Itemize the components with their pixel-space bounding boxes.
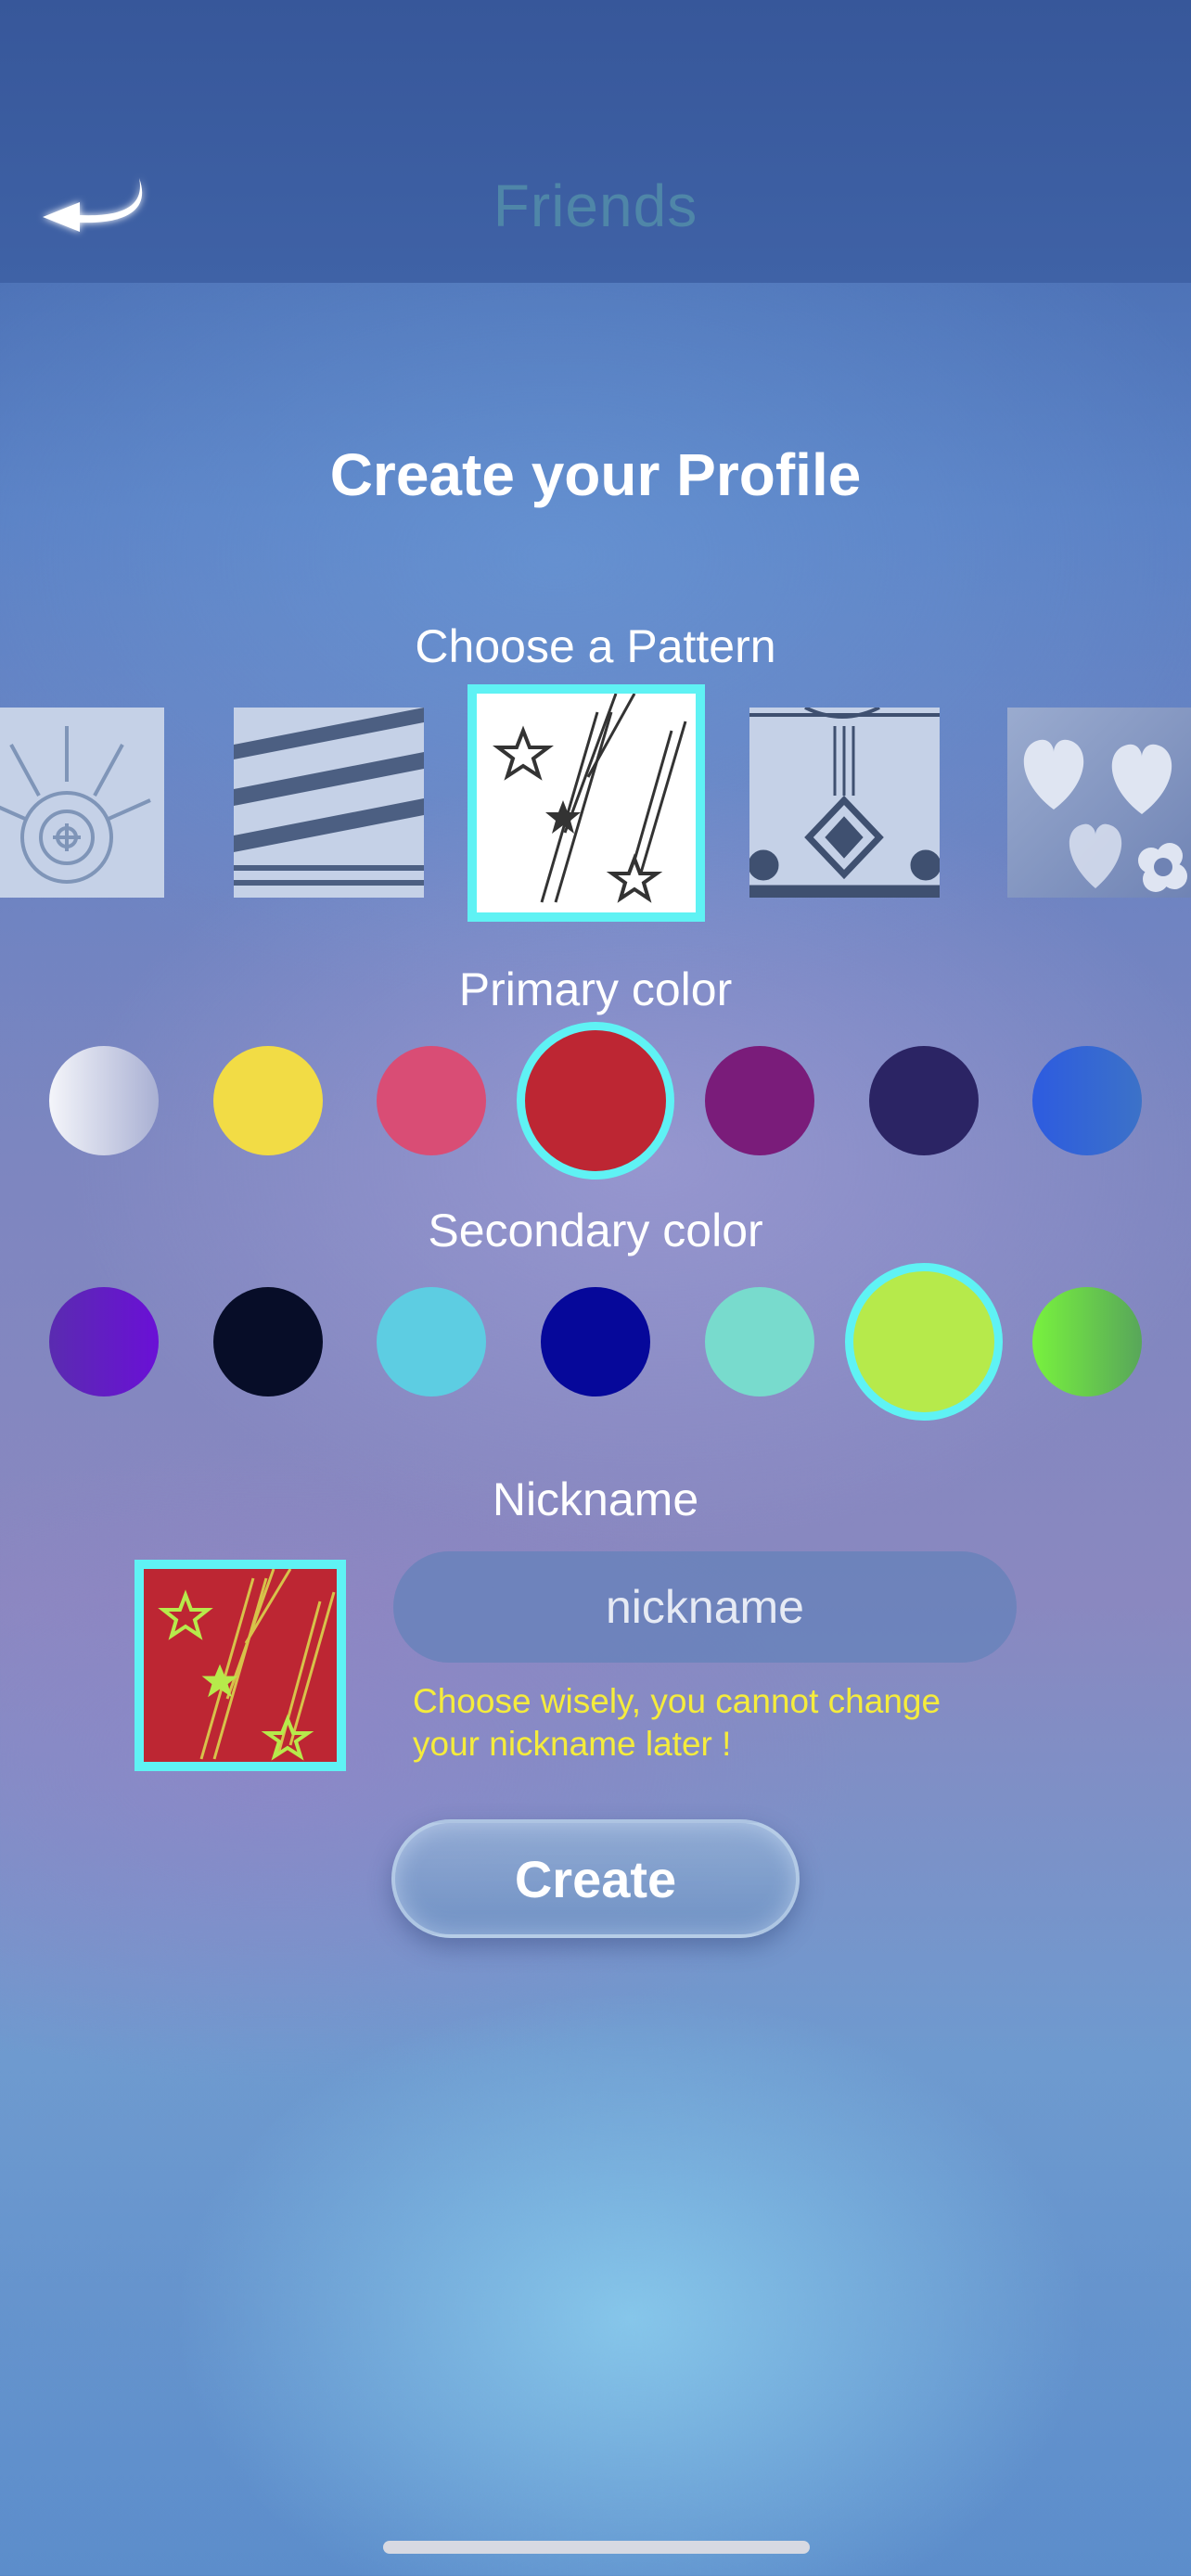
secondary-color-swatch-3[interactable] — [377, 1287, 486, 1396]
secondary-color-label: Secondary color — [428, 1205, 763, 1256]
page-title: Create your Profile — [329, 441, 862, 508]
secondary-color-swatch-1[interactable] — [49, 1287, 159, 1396]
secondary-color-swatch-5[interactable] — [705, 1287, 814, 1396]
pattern-label: Choose a Pattern — [415, 620, 776, 672]
pattern-option-ornament[interactable] — [749, 708, 940, 898]
primary-color-swatch-4[interactable] — [517, 1022, 674, 1180]
shooting-stars-pattern-icon — [477, 694, 696, 912]
avatar-pattern-icon — [144, 1569, 337, 1762]
primary-color-swatch-2[interactable] — [213, 1046, 323, 1155]
hearts-pattern-icon — [1007, 708, 1191, 898]
header-title: Friends — [493, 172, 698, 239]
primary-color-swatch-7[interactable] — [1032, 1046, 1142, 1155]
primary-color-label: Primary color — [458, 963, 733, 1015]
pattern-option-sunburst[interactable] — [0, 708, 164, 898]
create-button[interactable]: Create — [391, 1819, 800, 1938]
primary-color-swatch-6[interactable] — [869, 1046, 979, 1155]
stripes-pattern-icon — [234, 708, 424, 898]
primary-color-swatch-5[interactable] — [705, 1046, 814, 1155]
pattern-option-stripes[interactable] — [234, 708, 424, 898]
avatar-preview — [134, 1560, 346, 1771]
home-indicator[interactable] — [383, 2541, 810, 2554]
secondary-color-swatch-4[interactable] — [541, 1287, 650, 1396]
nickname-warning: Choose wisely, you cannot change your ni… — [413, 1682, 941, 1763]
nickname-input[interactable] — [393, 1551, 1017, 1663]
top-bar: Friends — [0, 0, 1191, 283]
ornament-pattern-icon — [749, 708, 940, 898]
secondary-color-swatch-2[interactable] — [213, 1287, 323, 1396]
secondary-color-swatch-7[interactable] — [1032, 1287, 1142, 1396]
sunburst-pattern-icon — [0, 708, 164, 898]
primary-color-swatch-3[interactable] — [377, 1046, 486, 1155]
secondary-color-swatch-6[interactable] — [845, 1263, 1003, 1421]
primary-color-swatch-1[interactable] — [49, 1046, 159, 1155]
nickname-label: Nickname — [492, 1473, 699, 1525]
pattern-option-shooting-stars[interactable] — [467, 684, 705, 922]
pattern-option-hearts[interactable] — [1007, 708, 1191, 898]
